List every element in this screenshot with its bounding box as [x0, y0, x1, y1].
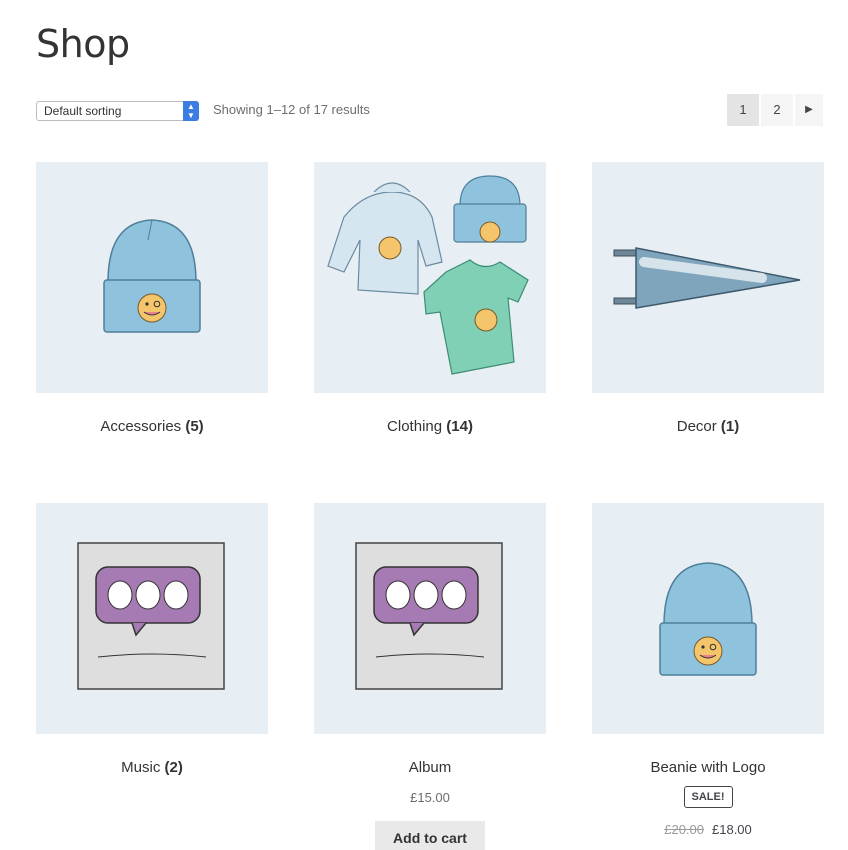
product-price: £20.00 £18.00 — [592, 822, 824, 837]
arrow-right-icon[interactable]: ▶ — [795, 94, 823, 126]
category-name: Clothing — [387, 418, 443, 435]
result-count: Showing 1–12 of 17 results — [213, 102, 370, 117]
beanie-logo-product-image[interactable] — [592, 503, 824, 734]
pagination: 1 2 ▶ — [725, 94, 823, 126]
category-name: Music — [121, 759, 161, 776]
category-card-decor[interactable]: Decor (1) — [592, 162, 824, 435]
clothing-image[interactable] — [314, 162, 546, 393]
product-price: £15.00 — [410, 790, 450, 805]
sale-badge: SALE! — [683, 786, 733, 808]
product-title[interactable]: Album — [314, 759, 546, 776]
page-2-link[interactable]: 2 — [761, 94, 793, 126]
product-title[interactable]: Beanie with Logo — [592, 759, 824, 776]
beanie-image[interactable] — [36, 162, 268, 393]
regular-price: £20.00 — [664, 822, 704, 837]
category-card-accessories[interactable]: Accessories (5) — [36, 162, 268, 435]
category-count: (5) — [185, 418, 204, 435]
product-card-beanie-with-logo: Beanie with Logo SALE! £20.00 £18.00 — [592, 503, 824, 837]
category-count: (2) — [164, 759, 183, 776]
album-cover-image[interactable] — [36, 503, 268, 734]
sale-price: £18.00 — [712, 822, 752, 837]
category-count: (1) — [720, 418, 740, 435]
category-card-clothing[interactable]: Clothing (14) — [314, 162, 546, 435]
category-name: Accessories — [100, 418, 182, 435]
product-card-album: Album £15.00 Add to cart — [314, 503, 546, 850]
page-1-link[interactable]: 1 — [727, 94, 759, 126]
sorting-select-value: Default sorting — [44, 104, 122, 118]
album-product-image[interactable] — [314, 503, 546, 734]
category-card-music[interactable]: Music (2) — [36, 503, 268, 776]
pennant-image[interactable] — [592, 162, 824, 393]
category-count: (14) — [446, 418, 473, 435]
sorting-select[interactable]: Default sorting ▲ ▼ — [36, 101, 199, 121]
add-to-cart-button[interactable]: Add to cart — [375, 821, 485, 850]
page-title: Shop — [36, 22, 130, 66]
category-name: Decor — [676, 418, 717, 435]
select-chevron-icon: ▲ ▼ — [183, 101, 199, 121]
